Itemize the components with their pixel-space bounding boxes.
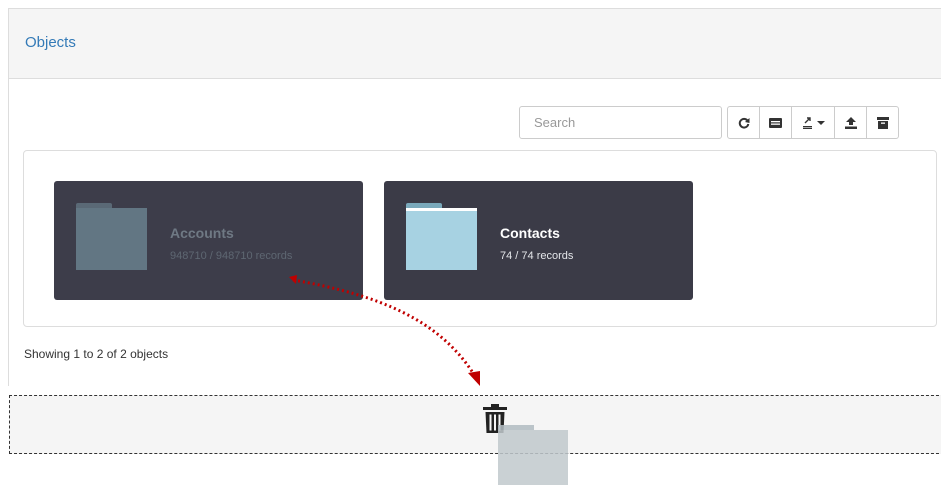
pagination-summary: Showing 1 to 2 of 2 objects — [24, 347, 169, 361]
export-dropdown-button[interactable] — [791, 106, 835, 139]
refresh-icon — [738, 117, 749, 129]
object-card-contacts[interactable]: Contacts 74 / 74 records — [384, 181, 693, 300]
object-name: Accounts — [170, 225, 234, 241]
archive-icon — [876, 116, 889, 129]
object-record-count: 948710 / 948710 records — [170, 250, 293, 262]
chevron-down-icon — [816, 120, 825, 125]
panel-border — [8, 79, 9, 386]
panel-title[interactable]: Objects — [25, 34, 76, 51]
delete-drop-zone[interactable] — [9, 395, 941, 454]
object-name: Contacts — [500, 225, 560, 241]
columns-icon — [769, 117, 782, 128]
upload-icon — [844, 116, 857, 129]
upload-button[interactable] — [834, 106, 867, 139]
columns-button[interactable] — [759, 106, 792, 139]
toolbar-button-group — [727, 106, 899, 139]
object-card-accounts[interactable]: Accounts 948710 / 948710 records — [54, 181, 363, 300]
export-icon — [802, 116, 812, 129]
objects-panel-header: Objects — [8, 8, 941, 79]
object-record-count: 74 / 74 records — [500, 250, 574, 262]
search-input[interactable] — [519, 106, 722, 139]
archive-button[interactable] — [866, 106, 899, 139]
refresh-button[interactable] — [727, 106, 760, 139]
